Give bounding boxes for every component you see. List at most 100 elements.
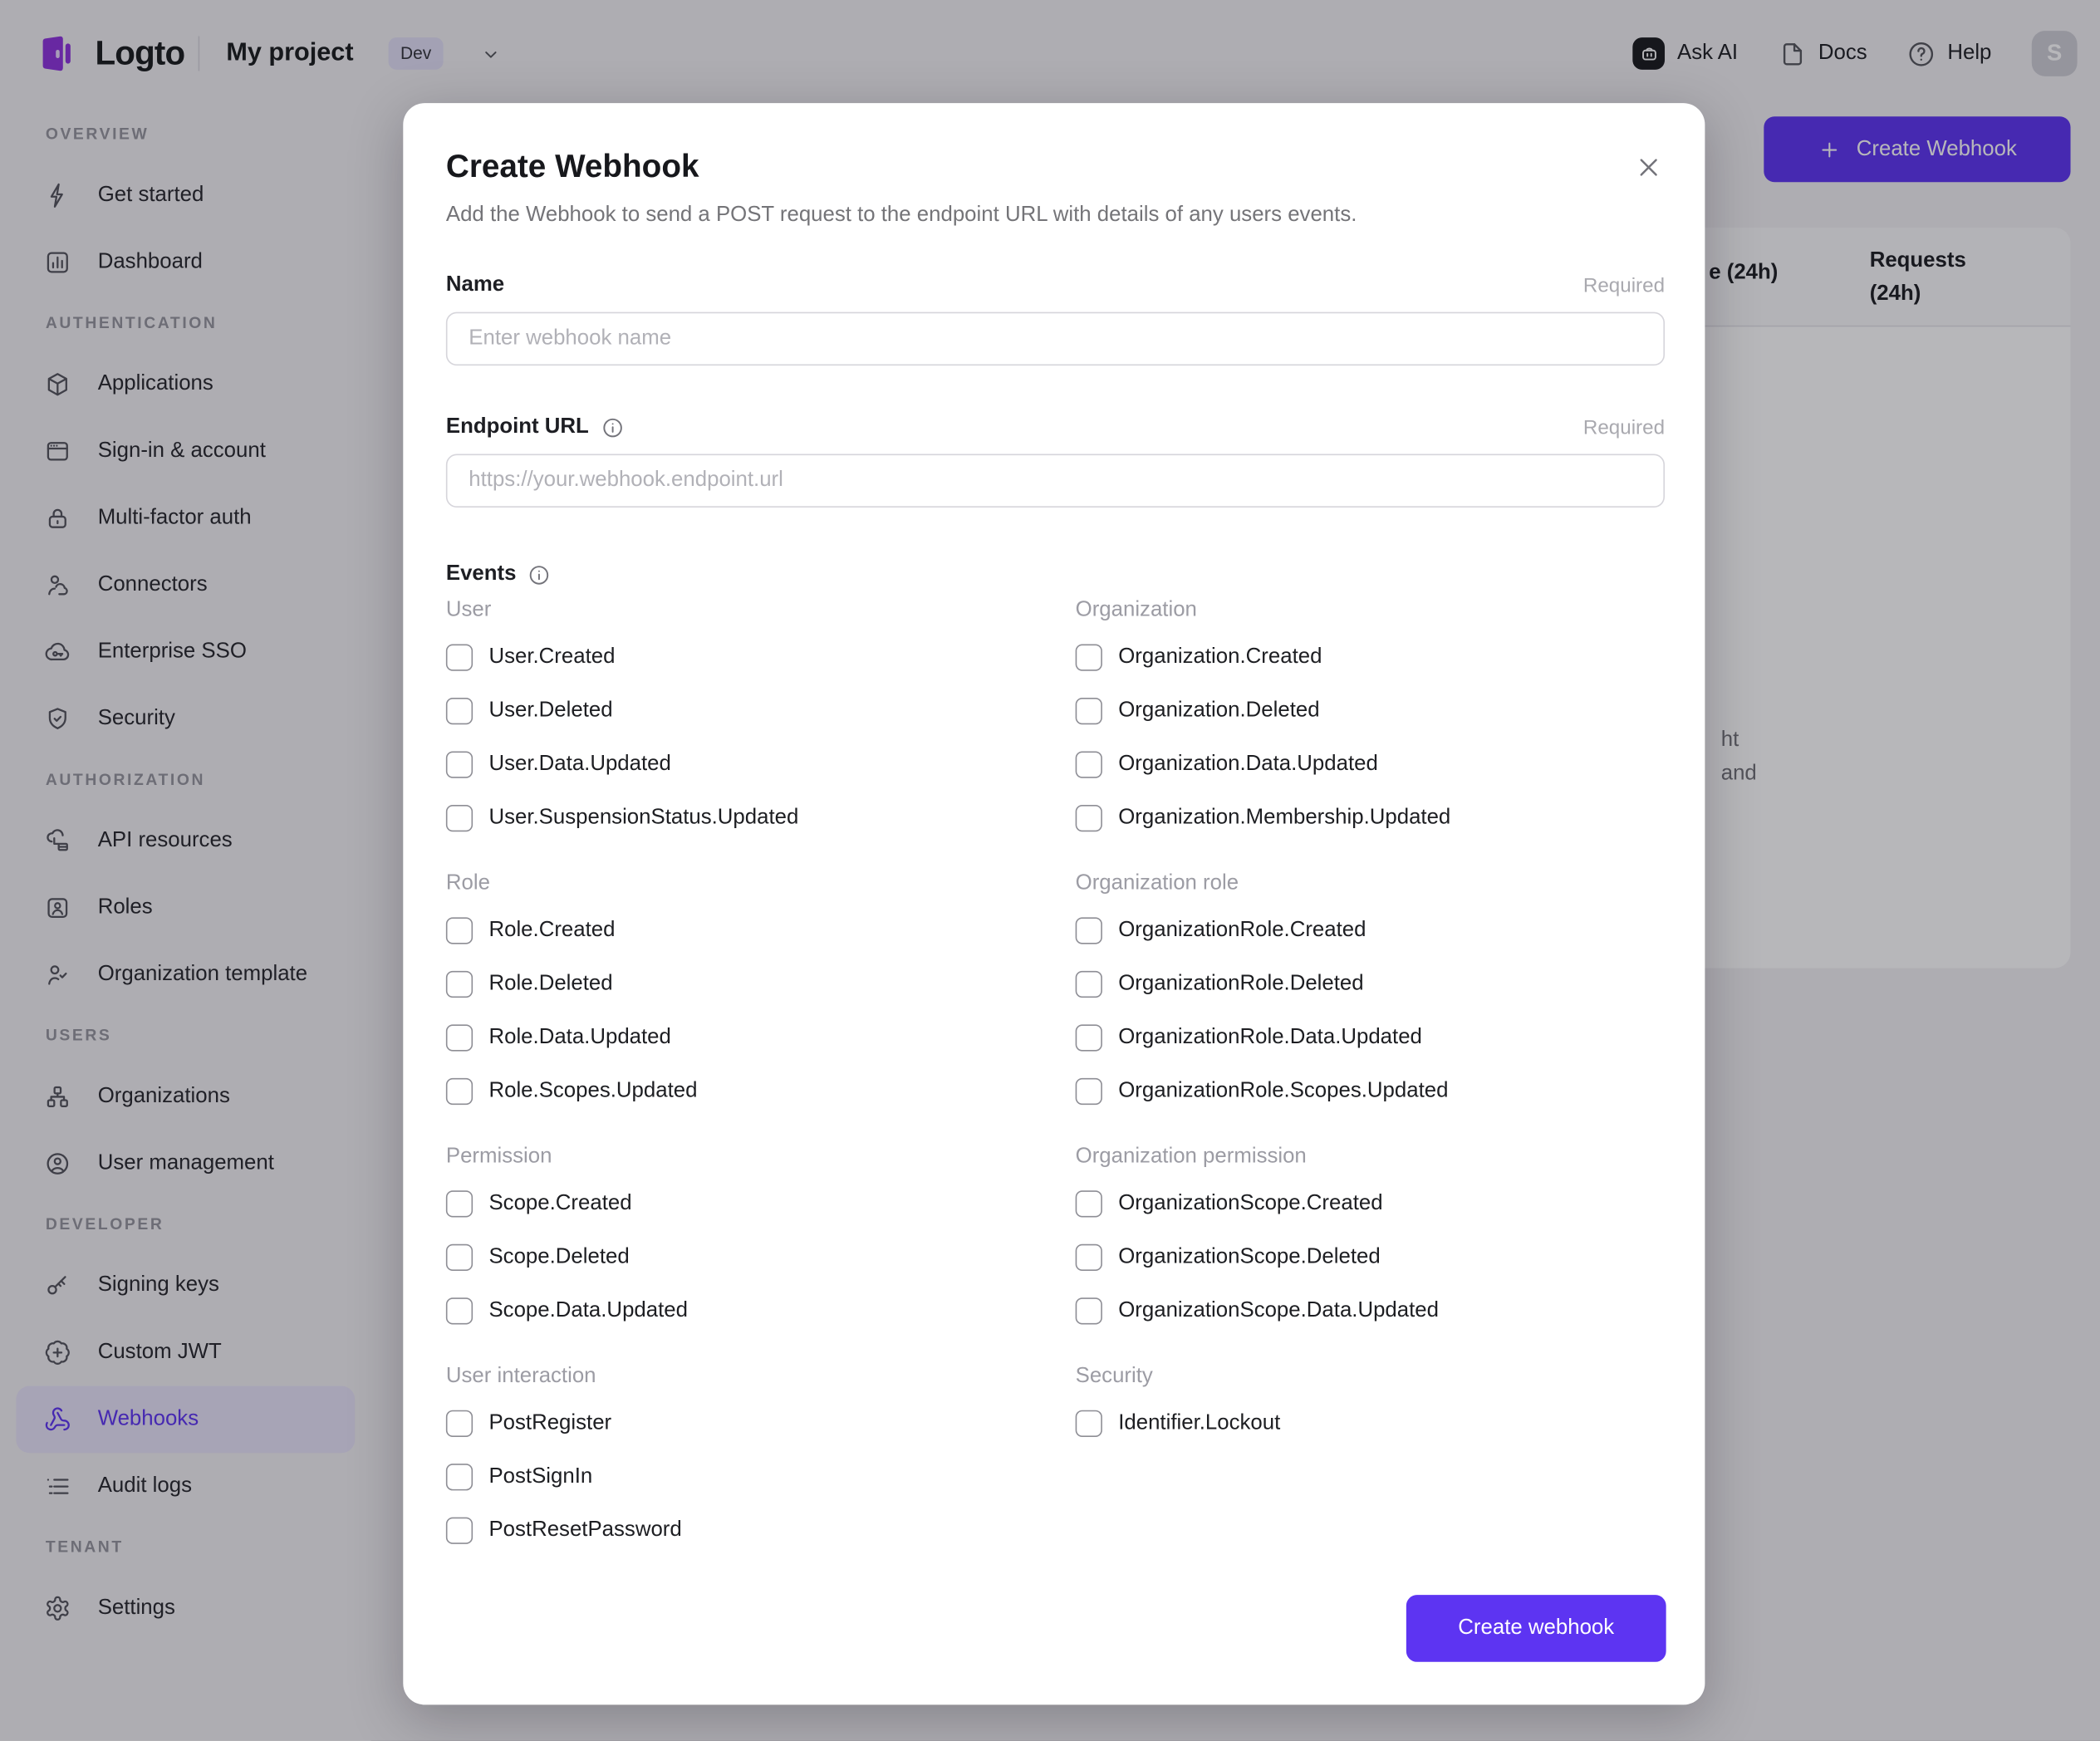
event-label: Role.Created — [488, 919, 616, 942]
event-label: Identifier.Lockout — [1118, 1411, 1281, 1434]
event-row[interactable]: OrganizationRole.Data.Updated — [1075, 1011, 1665, 1064]
event-group-title: Role — [445, 871, 490, 895]
event-row[interactable]: Role.Data.Updated — [445, 1011, 1076, 1064]
events-info-icon[interactable] — [528, 563, 551, 586]
event-row[interactable]: OrganizationScope.Deleted — [1075, 1231, 1665, 1284]
event-row[interactable]: User.Data.Updated — [445, 738, 1076, 791]
event-row[interactable]: Scope.Deleted — [445, 1231, 1076, 1284]
checkbox[interactable] — [1075, 1243, 1102, 1272]
checkbox[interactable] — [445, 917, 473, 944]
event-row[interactable]: OrganizationScope.Data.Updated — [1075, 1284, 1665, 1337]
info-icon[interactable] — [601, 416, 623, 439]
event-group-user-interaction: User interaction PostRegister PostSignIn… — [445, 1338, 1076, 1557]
close-icon — [1640, 159, 1657, 176]
event-row[interactable]: PostSignIn — [445, 1450, 1076, 1503]
event-group-title: Organization permission — [1075, 1145, 1307, 1168]
close-button[interactable] — [1634, 153, 1663, 182]
event-group-organization-permission: Organization permission OrganizationScop… — [1075, 1118, 1665, 1337]
checkbox[interactable] — [1075, 1190, 1102, 1218]
event-label: Role.Deleted — [488, 972, 613, 995]
checkbox[interactable] — [445, 644, 473, 671]
events-label: Events — [445, 562, 517, 586]
checkbox[interactable] — [445, 1517, 473, 1544]
event-row[interactable]: Organization.Data.Updated — [1075, 738, 1665, 791]
event-label: OrganizationScope.Data.Updated — [1118, 1298, 1439, 1322]
event-label: Scope.Created — [488, 1191, 632, 1215]
checkbox[interactable] — [1075, 1410, 1102, 1437]
checkbox[interactable] — [1075, 1297, 1102, 1325]
event-row[interactable]: Identifier.Lockout — [1075, 1397, 1665, 1450]
checkbox[interactable] — [445, 1243, 473, 1272]
event-row[interactable]: Scope.Data.Updated — [445, 1284, 1076, 1337]
event-label: Organization.Data.Updated — [1118, 753, 1378, 776]
event-row[interactable]: Role.Scopes.Updated — [445, 1065, 1076, 1118]
checkbox[interactable] — [445, 1297, 473, 1325]
name-field-header: Name Required — [446, 269, 1665, 302]
event-label: Role.Data.Updated — [488, 1025, 671, 1049]
event-label: User.Data.Updated — [488, 753, 671, 776]
event-group-organization: Organization Organization.Created Organi… — [1075, 591, 1665, 845]
checkbox[interactable] — [1075, 917, 1102, 944]
modal-title: Create Webhook — [445, 148, 699, 185]
create-webhook-submit-button[interactable]: Create webhook — [1406, 1595, 1666, 1662]
event-row[interactable]: Organization.Membership.Updated — [1075, 792, 1665, 845]
event-group-title: Organization role — [1075, 871, 1239, 895]
event-row[interactable]: Organization.Deleted — [1075, 684, 1665, 738]
event-group-title: Permission — [445, 1145, 552, 1168]
endpoint-url-label: Endpoint URL — [445, 414, 589, 439]
event-row[interactable]: User.SuspensionStatus.Updated — [445, 792, 1076, 845]
event-label: User.Deleted — [488, 699, 613, 722]
app-root: Logto My project Dev Ask AI Docs Help S … — [0, 0, 2100, 1741]
event-row[interactable]: Scope.Created — [445, 1177, 1076, 1230]
event-row[interactable]: Role.Created — [445, 904, 1076, 957]
event-group-security: Security Identifier.Lockout — [1075, 1338, 1665, 1557]
checkbox[interactable] — [445, 697, 473, 725]
endpoint-url-input[interactable] — [445, 454, 1666, 508]
checkbox[interactable] — [1075, 1077, 1102, 1106]
event-group-organization-role: Organization role OrganizationRole.Creat… — [1075, 845, 1665, 1118]
event-label: OrganizationScope.Created — [1118, 1191, 1383, 1215]
event-row[interactable]: OrganizationRole.Scopes.Updated — [1075, 1065, 1665, 1118]
event-label: Organization.Created — [1118, 645, 1322, 669]
checkbox[interactable] — [445, 1410, 473, 1437]
event-label: OrganizationRole.Deleted — [1118, 972, 1364, 995]
checkbox[interactable] — [445, 1024, 473, 1052]
event-row[interactable]: OrganizationRole.Deleted — [1075, 958, 1665, 1011]
checkbox[interactable] — [1075, 804, 1102, 832]
event-row[interactable]: PostResetPassword — [445, 1504, 1076, 1557]
event-label: OrganizationRole.Scopes.Updated — [1118, 1079, 1449, 1102]
event-row[interactable]: OrganizationRole.Created — [1075, 904, 1665, 957]
event-label: Organization.Deleted — [1118, 699, 1320, 722]
event-group-title: Security — [1075, 1364, 1153, 1388]
checkbox[interactable] — [445, 804, 473, 832]
checkbox[interactable] — [1075, 1024, 1102, 1052]
event-label: PostRegister — [488, 1411, 612, 1434]
event-group-title: User interaction — [445, 1364, 596, 1388]
checkbox[interactable] — [1075, 697, 1102, 725]
checkbox[interactable] — [445, 970, 473, 998]
event-label: OrganizationRole.Created — [1118, 919, 1366, 942]
modal-description: Add the Webhook to send a POST request t… — [445, 204, 1357, 227]
event-label: Role.Scopes.Updated — [488, 1079, 698, 1102]
checkbox[interactable] — [445, 751, 473, 778]
checkbox[interactable] — [1075, 970, 1102, 998]
event-row[interactable]: User.Deleted — [445, 684, 1076, 738]
event-row[interactable]: PostRegister — [445, 1397, 1076, 1450]
event-row[interactable]: OrganizationScope.Created — [1075, 1177, 1665, 1230]
event-row[interactable]: User.Created — [445, 630, 1076, 684]
event-group-title: Organization — [1075, 598, 1197, 622]
event-row[interactable]: Organization.Created — [1075, 630, 1665, 684]
create-webhook-modal: Create Webhook Add the Webhook to send a… — [403, 103, 1705, 1705]
event-label: PostSignIn — [488, 1464, 593, 1488]
event-groups: User User.Created User.Deleted User.Data… — [445, 591, 1665, 1557]
checkbox[interactable] — [1075, 751, 1102, 778]
checkbox[interactable] — [445, 1077, 473, 1106]
checkbox[interactable] — [1075, 644, 1102, 671]
event-label: User.SuspensionStatus.Updated — [488, 806, 799, 829]
event-row[interactable]: Role.Deleted — [445, 958, 1076, 1011]
event-group-permission: Permission Scope.Created Scope.Deleted S… — [445, 1118, 1076, 1337]
checkbox[interactable] — [445, 1190, 473, 1218]
event-label: Scope.Data.Updated — [488, 1298, 688, 1322]
webhook-name-input[interactable] — [445, 311, 1666, 366]
checkbox[interactable] — [445, 1464, 473, 1491]
